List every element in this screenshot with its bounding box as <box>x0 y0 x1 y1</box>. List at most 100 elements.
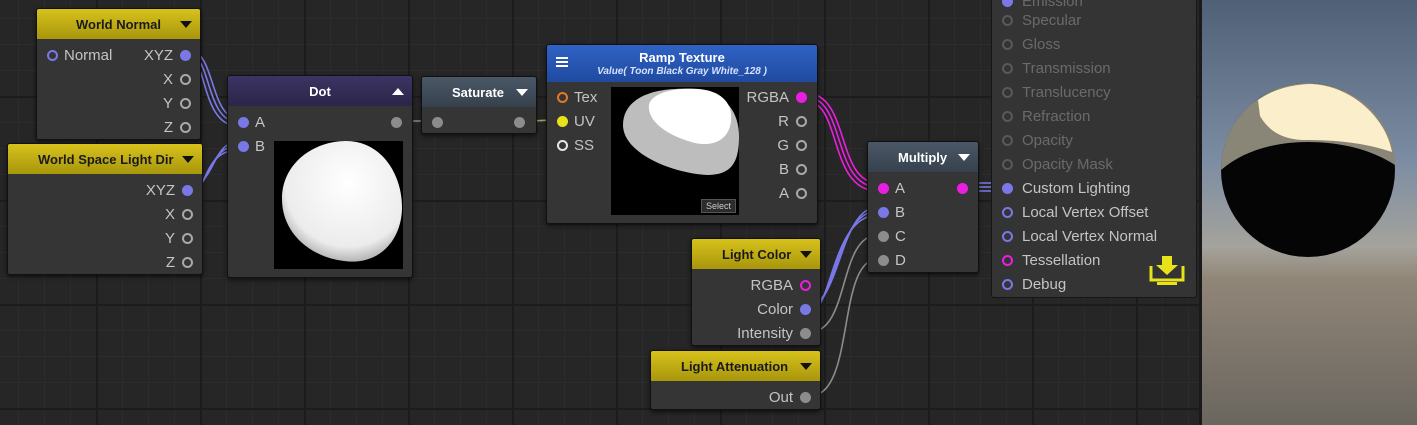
master-input-transmission[interactable]: Transmission <box>1002 58 1111 78</box>
input-port-icon[interactable] <box>1002 278 1013 290</box>
input-b[interactable]: B <box>238 136 265 156</box>
output-port-icon[interactable] <box>182 232 193 244</box>
output-port-icon[interactable] <box>182 208 193 220</box>
master-input-local-vertex-offset[interactable]: Local Vertex Offset <box>1002 202 1148 222</box>
output-port-icon[interactable] <box>796 139 807 151</box>
output-port-icon[interactable] <box>180 73 191 85</box>
input-port-icon[interactable] <box>1002 38 1013 50</box>
master-input-specular[interactable]: Specular <box>1002 10 1081 30</box>
input-port-icon[interactable] <box>1002 206 1013 218</box>
light-color-node[interactable]: Light Color RGBA Color Intensity <box>691 238 821 346</box>
output-port-icon[interactable] <box>800 303 811 315</box>
output-port-icon[interactable] <box>796 163 807 175</box>
input-port-icon[interactable] <box>1002 254 1013 266</box>
world-normal-node[interactable]: World Normal Normal XYZ X Y Z <box>36 8 201 140</box>
input-value[interactable] <box>432 112 443 132</box>
output-port-icon[interactable] <box>182 184 193 196</box>
input-port-icon[interactable] <box>1002 110 1013 122</box>
light-attenuation-node[interactable]: Light Attenuation Out <box>650 350 821 410</box>
master-input-opacity-mask[interactable]: Opacity Mask <box>1002 154 1113 174</box>
master-input-custom-lighting[interactable]: Custom Lighting <box>1002 178 1130 198</box>
output-x[interactable]: X <box>163 69 191 89</box>
input-port-icon[interactable] <box>1002 0 1013 7</box>
output-r[interactable]: R <box>778 111 807 131</box>
expand-arrow-icon[interactable] <box>392 88 404 95</box>
output-a[interactable]: A <box>779 183 807 203</box>
master-input-tessellation[interactable]: Tessellation <box>1002 250 1100 270</box>
node-header[interactable]: World Space Light Dir <box>8 144 202 174</box>
output-y[interactable]: Y <box>165 228 193 248</box>
download-icon[interactable] <box>1148 252 1186 286</box>
collapse-arrow-icon[interactable] <box>958 154 970 161</box>
output-port-icon[interactable] <box>514 116 525 128</box>
saturate-node[interactable]: Saturate <box>421 76 537 134</box>
input-port-icon[interactable] <box>1002 158 1013 170</box>
dot-node[interactable]: Dot A B <box>227 75 413 278</box>
output-value[interactable] <box>391 112 402 132</box>
input-a[interactable]: A <box>878 178 905 198</box>
input-uv[interactable]: UV <box>557 111 595 131</box>
menu-icon[interactable] <box>556 57 568 67</box>
master-input-debug[interactable]: Debug <box>1002 274 1066 294</box>
output-color[interactable]: Color <box>757 299 811 319</box>
output-port-icon[interactable] <box>800 327 811 339</box>
input-port-icon[interactable] <box>557 91 568 103</box>
output-port-icon[interactable] <box>796 115 807 127</box>
input-normal[interactable]: Normal <box>47 45 112 65</box>
node-header[interactable]: Dot <box>228 76 412 106</box>
output-rgba[interactable]: RGBA <box>746 87 807 107</box>
collapse-arrow-icon[interactable] <box>180 21 192 28</box>
collapse-arrow-icon[interactable] <box>800 251 812 258</box>
input-port-icon[interactable] <box>878 230 889 242</box>
input-tex[interactable]: Tex <box>557 87 597 107</box>
input-port-icon[interactable] <box>1002 86 1013 98</box>
output-port-icon[interactable] <box>957 182 968 194</box>
input-port-icon[interactable] <box>1002 230 1013 242</box>
output-x[interactable]: X <box>165 204 193 224</box>
master-input-opacity[interactable]: Opacity <box>1002 130 1073 150</box>
output-out[interactable]: Out <box>769 387 811 407</box>
output-port-icon[interactable] <box>180 97 191 109</box>
input-port-icon[interactable] <box>1002 134 1013 146</box>
output-g[interactable]: G <box>777 135 807 155</box>
input-port-icon[interactable] <box>1002 14 1013 26</box>
input-ss[interactable]: SS <box>557 135 594 155</box>
input-port-icon[interactable] <box>432 116 443 128</box>
input-port-icon[interactable] <box>878 206 889 218</box>
input-port-icon[interactable] <box>878 182 889 194</box>
input-a[interactable]: A <box>238 112 265 132</box>
node-header[interactable]: World Normal <box>37 9 200 39</box>
output-port-icon[interactable] <box>180 49 191 61</box>
output-rgba[interactable]: RGBA <box>750 275 811 295</box>
node-header[interactable]: Saturate <box>422 77 536 107</box>
input-port-icon[interactable] <box>557 139 568 151</box>
output-port-icon[interactable] <box>800 279 811 291</box>
output-port-icon[interactable] <box>180 121 191 133</box>
output-port-icon[interactable] <box>391 116 402 128</box>
world-space-light-dir-node[interactable]: World Space Light Dir XYZ X Y Z <box>7 143 203 275</box>
output-port-icon[interactable] <box>796 187 807 199</box>
output-z[interactable]: Z <box>164 117 191 137</box>
input-port-icon[interactable] <box>238 116 249 128</box>
output-y[interactable]: Y <box>163 93 191 113</box>
master-input-local-vertex-normal[interactable]: Local Vertex Normal <box>1002 226 1157 246</box>
ramp-texture-node[interactable]: Ramp Texture Value( Toon Black Gray Whit… <box>546 44 818 224</box>
output-xyz[interactable]: XYZ <box>146 180 193 200</box>
input-port-icon[interactable] <box>238 140 249 152</box>
output-port-icon[interactable] <box>796 91 807 103</box>
output-value[interactable] <box>514 112 525 132</box>
collapse-arrow-icon[interactable] <box>182 156 194 163</box>
select-texture-button[interactable]: Select <box>700 199 736 213</box>
input-port-icon[interactable] <box>1002 182 1013 194</box>
input-port-icon[interactable] <box>1002 62 1013 74</box>
input-port-icon[interactable] <box>557 115 568 127</box>
output-z[interactable]: Z <box>166 252 193 272</box>
input-d[interactable]: D <box>878 250 906 270</box>
node-header[interactable]: Light Color <box>692 239 820 269</box>
input-port-icon[interactable] <box>878 254 889 266</box>
output-b[interactable]: B <box>779 159 807 179</box>
output-value[interactable] <box>957 178 968 198</box>
output-port-icon[interactable] <box>182 256 193 268</box>
node-header[interactable]: Ramp Texture Value( Toon Black Gray Whit… <box>547 45 817 82</box>
output-port-icon[interactable] <box>800 391 811 403</box>
